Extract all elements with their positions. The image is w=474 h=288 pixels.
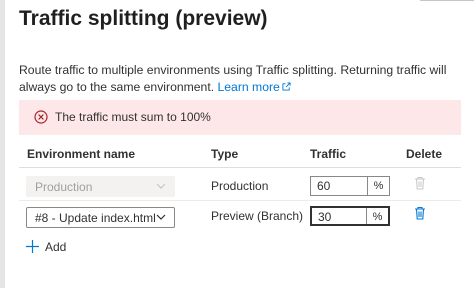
traffic-input[interactable]: 60 % [310,176,390,196]
learn-more-label: Learn more [217,80,280,94]
error-text: The traffic must sum to 100% [55,110,211,124]
traffic-input[interactable]: 30 % [310,206,390,226]
environment-select-value: #8 - Update index.html [35,211,156,225]
type-cell: Production [211,179,269,193]
row-divider [19,200,461,201]
environment-select-branch[interactable]: #8 - Update index.html [26,207,175,228]
learn-more-link[interactable]: Learn more [218,80,291,94]
header-divider [19,167,461,168]
traffic-value: 30 [318,210,332,224]
traffic-value: 60 [317,179,331,193]
chevron-down-icon [156,183,166,189]
header-type: Type [211,147,239,161]
panel-title: Traffic splitting (preview) [19,7,268,30]
header-delete: Delete [406,147,443,161]
panel-description: Route traffic to multiple environments u… [19,62,469,96]
environment-select-production: Production [26,176,175,197]
environment-select-value: Production [35,180,93,194]
panel-left-edge [0,0,5,288]
chevron-down-icon [156,214,166,220]
external-link-icon [282,82,291,91]
delete-trash-icon [415,177,425,190]
error-message-bar: The traffic must sum to 100% [19,100,461,135]
header-traffic: Traffic [310,147,347,161]
percent-suffix: % [367,177,389,195]
type-cell: Preview (Branch) [211,209,304,223]
top-divider [420,0,474,1]
delete-trash-icon[interactable] [414,206,426,220]
error-circle-icon [34,110,48,124]
header-environment-name: Environment name [27,147,136,161]
add-button-label: Add [45,240,67,254]
plus-icon [26,240,39,253]
percent-suffix: % [366,208,388,224]
